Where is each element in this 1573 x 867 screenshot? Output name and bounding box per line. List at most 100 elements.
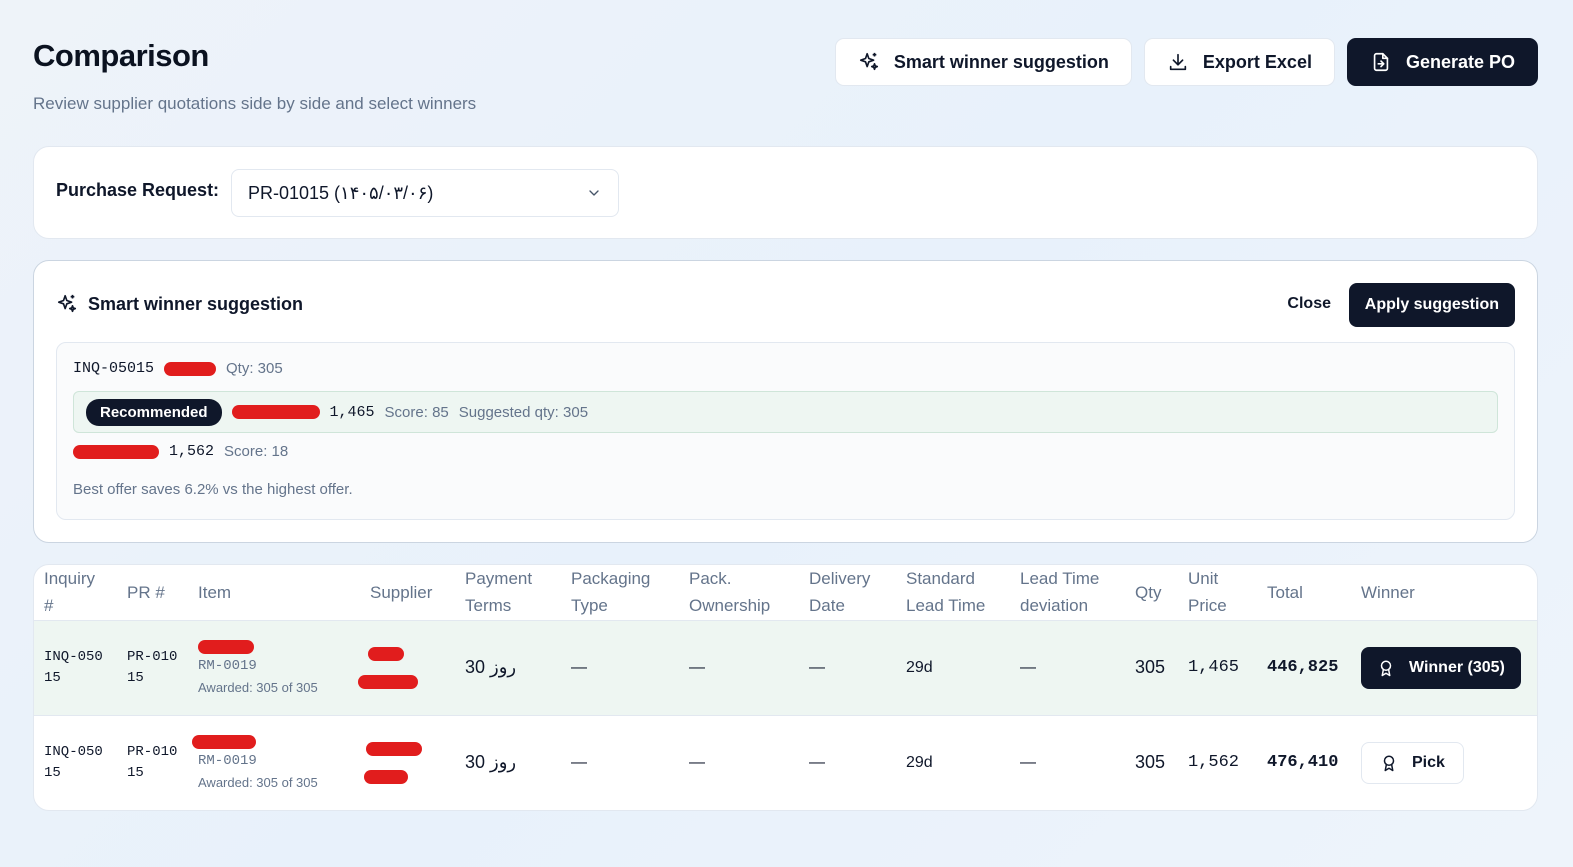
generate-po-button[interactable]: Generate PO (1346, 38, 1538, 86)
sparkles-icon (859, 52, 878, 71)
download-icon (1169, 53, 1187, 71)
recommended-suggested-qty: Suggested qty: 305 (458, 403, 589, 421)
lead-time-deviation-cell: — (1010, 714, 1125, 810)
column-header: Pack. Ownership (679, 565, 799, 621)
export-excel-button[interactable]: Export Excel (1143, 38, 1335, 86)
redacted-supplier-name (368, 646, 404, 661)
redacted-supplier-name (73, 444, 159, 459)
redacted-supplier-name (358, 674, 418, 689)
inquiry-cell: INQ-05015 (34, 620, 117, 715)
packaging-type-cell: — (561, 620, 679, 715)
column-header: Lead Time deviation (1010, 565, 1125, 621)
winner-cell: Winner (305) (1351, 620, 1537, 715)
column-header: Inquiry # (34, 565, 117, 621)
column-header: Qty (1125, 565, 1178, 621)
column-header: Delivery Date (799, 565, 896, 621)
apply-suggestion-button[interactable]: Apply suggestion (1348, 283, 1515, 327)
item-awarded: Awarded: 305 of 305 (198, 775, 318, 791)
award-icon (1380, 660, 1392, 676)
item-code: RM-0019 (198, 658, 257, 674)
payment-terms-cell: 30 روز (455, 714, 561, 810)
recommended-score: Score: 85 (384, 403, 449, 421)
chevron-down-icon (589, 190, 599, 196)
delivery-date-cell: — (799, 620, 896, 715)
winner-cell: Pick (1351, 714, 1537, 810)
page-header: Comparison Review supplier quotations si… (33, 38, 476, 114)
other-score: Score: 18 (224, 443, 289, 460)
pack-ownership-cell: — (679, 714, 799, 810)
total-cell: 476,410 (1257, 714, 1351, 810)
comparison-table: Inquiry # PR # Item Supplier Payment Ter… (34, 565, 1537, 810)
column-header: Packaging Type (561, 565, 679, 621)
item-awarded: Awarded: 305 of 305 (198, 680, 318, 695)
qty-cell: 305 (1125, 714, 1178, 810)
suggestion-details: INQ-05015 Qty: 305 Recommended 1,465 Sco… (56, 342, 1515, 520)
pack-ownership-cell: — (679, 620, 799, 715)
suggestion-inquiry-line: INQ-05015 Qty: 305 (73, 360, 283, 377)
redacted-supplier-name (231, 405, 320, 419)
purchase-request-card: Purchase Request: PR-01015 (۱۴۰۵/۰۳/۰۶) (33, 146, 1538, 239)
pick-button-label: Pick (1412, 753, 1445, 771)
savings-note: Best offer saves 6.2% vs the highest off… (73, 481, 353, 498)
other-offer-row: 1,562 Score: 18 (73, 443, 288, 460)
column-header: Unit Price (1178, 565, 1257, 621)
column-header: Supplier (360, 565, 455, 621)
table-row: INQ-05015 PR-01015 RM-0019 Awarded: 305 … (34, 714, 1537, 810)
column-header: Total (1257, 565, 1351, 621)
unit-price-cell: 1,562 (1178, 714, 1257, 810)
supplier-cell (358, 620, 455, 715)
smart-suggestion-panel: Smart winner suggestion Close Apply sugg… (33, 260, 1538, 543)
recommended-badge: Recommended (86, 398, 222, 426)
unit-price-cell: 1,465 (1178, 620, 1257, 715)
redacted-item-name (164, 361, 217, 376)
column-header: PR # (117, 565, 188, 621)
generate-po-label: Generate PO (1405, 51, 1515, 72)
redacted-supplier-name (366, 741, 422, 756)
redacted-item-name (198, 640, 254, 654)
purchase-request-select[interactable]: PR-01015 (۱۴۰۵/۰۳/۰۶) (231, 169, 619, 217)
suggestion-title: Smart winner suggestion (88, 293, 304, 314)
file-export-icon (1373, 52, 1389, 72)
standard-lead-time-cell: 29d (896, 714, 1010, 810)
item-code: RM-0019 (198, 753, 257, 770)
export-excel-label: Export Excel (1202, 51, 1312, 72)
smart-winner-suggestion-label: Smart winner suggestion (893, 51, 1109, 72)
close-button[interactable]: Close (1287, 295, 1331, 313)
table-header-row: Inquiry # PR # Item Supplier Payment Ter… (34, 565, 1537, 621)
suggestion-inquiry: INQ-05015 (73, 360, 155, 377)
purchase-request-value: PR-01015 (۱۴۰۵/۰۳/۰۶) (248, 182, 434, 203)
redacted-item-name (192, 735, 256, 750)
item-cell: RM-0019 Awarded: 305 of 305 (188, 620, 360, 715)
column-header: Item (188, 565, 360, 621)
total-cell: 446,825 (1257, 620, 1351, 715)
redacted-supplier-name (364, 769, 408, 784)
recommended-offer-row: Recommended 1,465 Score: 85 Suggested qt… (73, 391, 1498, 433)
item-cell: RM-0019 Awarded: 305 of 305 (188, 714, 360, 810)
award-icon (1383, 755, 1395, 771)
pick-button[interactable]: Pick (1361, 741, 1464, 784)
page-title: Comparison (33, 38, 209, 73)
smart-winner-suggestion-button[interactable]: Smart winner suggestion (834, 38, 1132, 86)
delivery-date-cell: — (799, 714, 896, 810)
suggestion-qty: Qty: 305 (226, 360, 283, 377)
column-header: Payment Terms (455, 565, 561, 621)
sparkles-icon (57, 294, 77, 313)
winner-button[interactable]: Winner (305) (1361, 646, 1521, 689)
other-price: 1,562 (169, 443, 215, 460)
comparison-table-card: Inquiry # PR # Item Supplier Payment Ter… (33, 564, 1538, 811)
pr-cell: PR-01015 (117, 620, 188, 715)
winner-button-label: Winner (305) (1409, 658, 1505, 676)
toolbar: Smart winner suggestion Export Excel Gen… (834, 38, 1538, 86)
column-header: Winner (1351, 565, 1537, 621)
lead-time-deviation-cell: — (1010, 620, 1125, 715)
payment-terms-cell: 30 روز (455, 620, 561, 715)
supplier-cell (360, 714, 455, 810)
table-row: INQ-05015 PR-01015 RM-0019 Awarded: 305 … (34, 620, 1537, 715)
purchase-request-label: Purchase Request: (56, 180, 220, 200)
standard-lead-time-cell: 29d (896, 620, 1010, 715)
inquiry-cell: INQ-05015 (34, 714, 117, 810)
pr-cell: PR-01015 (117, 714, 188, 810)
packaging-type-cell: — (561, 714, 679, 810)
recommended-price: 1,465 (329, 403, 375, 421)
page-subtitle: Review supplier quotations side by side … (33, 94, 477, 113)
